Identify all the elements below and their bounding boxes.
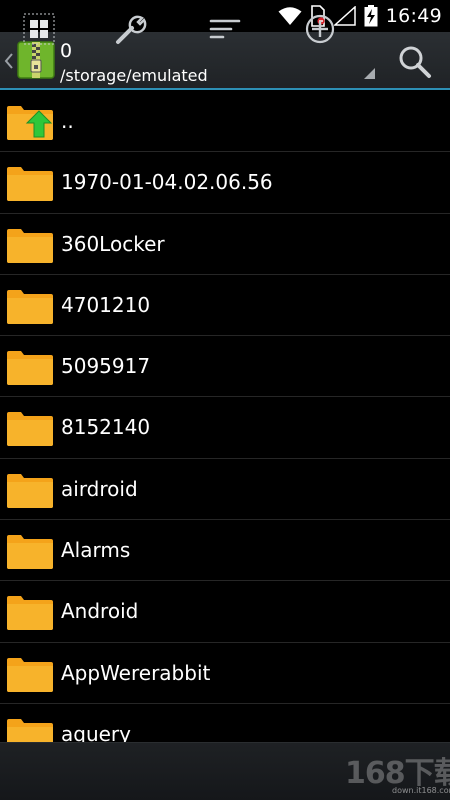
search-icon[interactable] xyxy=(397,44,433,80)
file-name: 5095917 xyxy=(61,354,151,379)
watermark-domain: down.it168.com xyxy=(392,786,450,795)
folder-row[interactable]: Alarms xyxy=(0,520,450,582)
chevron-left-icon[interactable] xyxy=(4,53,14,69)
folder-row[interactable]: AppWererabbit xyxy=(0,643,450,704)
folder-row[interactable]: Android xyxy=(0,581,450,643)
folder-row[interactable]: 8152140 xyxy=(0,397,450,459)
folder-icon xyxy=(7,473,53,508)
folder-row[interactable]: airdroid xyxy=(0,459,450,521)
file-name: Android xyxy=(61,599,139,624)
folder-row[interactable]: 360Locker xyxy=(0,214,450,275)
action-bar-divider xyxy=(0,88,450,90)
file-name: 360Locker xyxy=(61,231,165,256)
folder-icon xyxy=(7,718,53,742)
add-icon[interactable] xyxy=(303,12,337,46)
signal-icon xyxy=(333,6,356,26)
folder-icon xyxy=(7,228,53,263)
file-name: 1970-01-04.02.06.56 xyxy=(61,170,273,195)
folder-icon xyxy=(7,412,53,447)
folder-icon xyxy=(7,289,53,324)
file-name: airdroid xyxy=(61,476,138,501)
folder-icon xyxy=(7,657,53,692)
wifi-icon xyxy=(278,7,302,25)
folder-row[interactable]: 1970-01-04.02.06.56 xyxy=(0,152,450,214)
file-name: 4701210 xyxy=(61,292,151,317)
grid-view-icon[interactable] xyxy=(22,12,56,46)
file-name: aquery xyxy=(61,721,131,742)
folder-icon xyxy=(7,167,53,202)
dropdown-corner-icon[interactable] xyxy=(364,68,375,79)
folder-up-icon xyxy=(7,106,53,140)
parent-directory-row[interactable]: .. xyxy=(0,91,450,153)
folder-title: 0 xyxy=(60,40,73,62)
file-name: Alarms xyxy=(61,538,131,563)
file-name: 8152140 xyxy=(61,415,151,440)
wrench-icon[interactable] xyxy=(114,12,148,46)
folder-path[interactable]: /storage/emulated xyxy=(60,66,208,85)
folder-row[interactable]: 5095917 xyxy=(0,336,450,398)
file-name: AppWererabbit xyxy=(61,660,211,685)
sort-icon[interactable] xyxy=(208,12,242,46)
battery-charging-icon xyxy=(364,5,378,27)
file-list[interactable]: .. 1970-01-04.02.06.56 360Locker 4701210… xyxy=(0,91,450,742)
folder-row[interactable]: 4701210 xyxy=(0,275,450,337)
folder-row[interactable]: aquery xyxy=(0,704,450,742)
zip-archive-icon[interactable] xyxy=(17,41,55,79)
folder-icon xyxy=(7,596,53,631)
file-name: .. xyxy=(61,109,74,133)
status-time: 16:49 xyxy=(385,5,442,27)
folder-icon xyxy=(7,535,53,570)
folder-icon xyxy=(7,351,53,386)
